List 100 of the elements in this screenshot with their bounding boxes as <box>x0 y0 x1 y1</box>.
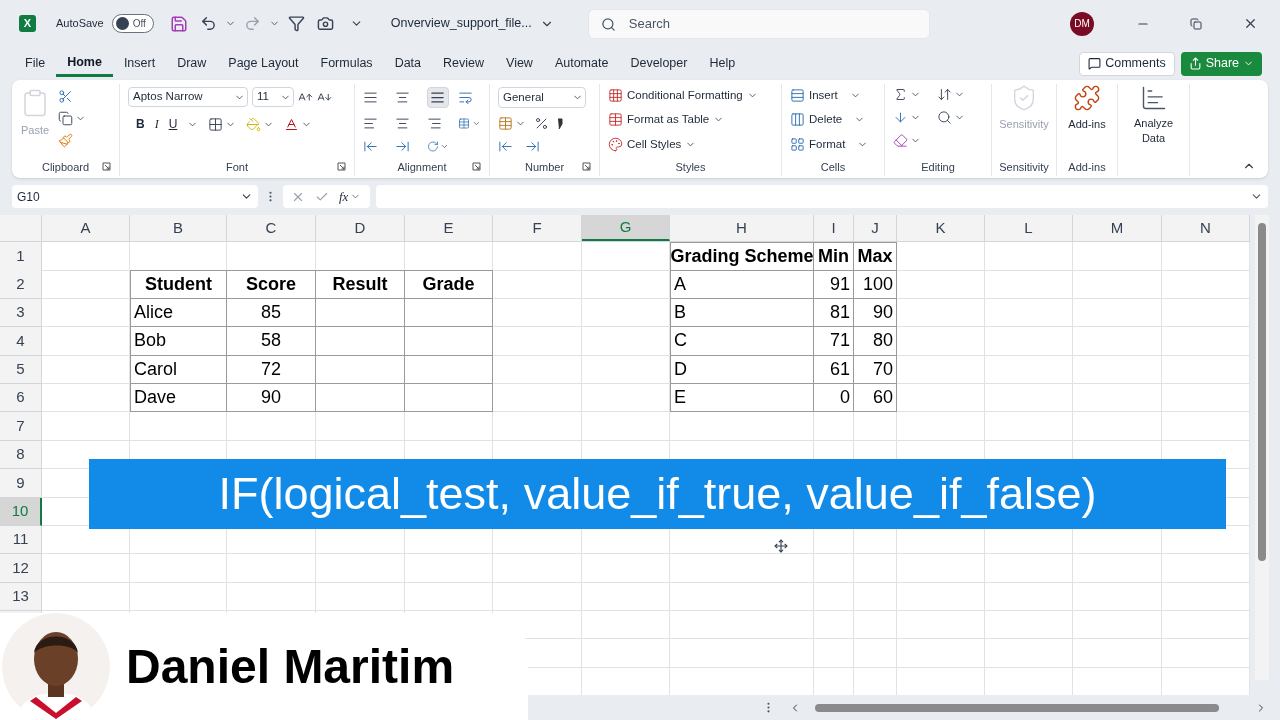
middle-align-icon[interactable] <box>394 90 410 105</box>
top-align-icon[interactable] <box>363 90 378 105</box>
borders-icon[interactable] <box>208 116 224 132</box>
decrease-decimal-icon[interactable] <box>525 139 540 154</box>
launcher-icon[interactable] <box>102 162 111 171</box>
save-icon[interactable] <box>169 14 188 33</box>
row-header[interactable]: 10 <box>0 497 42 526</box>
ribbon-tab[interactable]: Developer <box>619 50 699 77</box>
insert-function-button[interactable]: fx <box>339 186 349 207</box>
undo-icon[interactable] <box>199 15 217 32</box>
sum-icon[interactable] <box>893 87 908 102</box>
user-avatar[interactable]: DM <box>1070 11 1094 36</box>
ribbon-tab[interactable]: Page Layout <box>217 50 310 77</box>
font-name-dropdown[interactable]: Aptos Narrow <box>128 87 248 107</box>
ribbon-tab[interactable]: View <box>495 50 544 77</box>
font-size-dropdown[interactable]: 11 <box>252 87 294 107</box>
bold-button[interactable]: B <box>136 115 145 133</box>
row-header[interactable]: 8 <box>0 440 42 470</box>
cells-menu-button[interactable]: Format <box>809 135 846 153</box>
font-color-icon[interactable] <box>284 116 300 132</box>
column-header[interactable]: L <box>985 215 1073 241</box>
comments-button[interactable]: Comments <box>1079 51 1175 76</box>
format-painter-icon[interactable] <box>58 133 73 148</box>
column-header[interactable]: N <box>1162 215 1250 241</box>
columns-icon[interactable] <box>790 112 805 128</box>
ribbon-tab[interactable]: Data <box>383 50 433 77</box>
grid-icon[interactable] <box>790 136 805 152</box>
palette-icon[interactable] <box>608 136 623 152</box>
column-header[interactable]: I <box>814 215 854 241</box>
column-header[interactable]: C <box>227 215 316 241</box>
close-icon[interactable] <box>1243 16 1258 31</box>
percent-icon[interactable] <box>534 116 549 131</box>
ribbon-tab[interactable]: File <box>14 50 57 77</box>
row-header[interactable]: 3 <box>0 298 42 328</box>
row-header[interactable]: 12 <box>0 554 42 583</box>
orientation-icon[interactable] <box>426 139 439 154</box>
filter-icon[interactable] <box>287 15 305 32</box>
italic-button[interactable]: I <box>154 115 159 133</box>
align-center-icon[interactable] <box>394 116 410 131</box>
column-header[interactable]: M <box>1073 215 1162 241</box>
column-header[interactable]: H <box>670 215 814 241</box>
bottom-align-button[interactable] <box>426 87 450 108</box>
ribbon-tab[interactable]: Draw <box>166 50 218 77</box>
ribbon-tab[interactable]: Automate <box>543 50 620 77</box>
column-header[interactable]: G <box>582 215 670 241</box>
row-header[interactable]: 4 <box>0 327 42 356</box>
column-header[interactable]: A <box>42 215 130 241</box>
fill-icon[interactable] <box>893 110 908 125</box>
fill-color-icon[interactable] <box>246 116 262 132</box>
column-header[interactable]: E <box>405 215 493 241</box>
cut-icon[interactable] <box>58 89 73 104</box>
file-name-button[interactable]: Onverview_support_file... <box>390 14 532 33</box>
camera-icon[interactable] <box>316 15 334 32</box>
ribbon-tab[interactable]: Review <box>432 50 496 77</box>
formula-field[interactable] <box>376 185 1268 208</box>
column-header[interactable]: D <box>316 215 405 241</box>
launcher-icon[interactable] <box>582 162 591 171</box>
copy-icon[interactable] <box>58 111 73 126</box>
wrap-text-icon[interactable] <box>458 90 474 105</box>
styles-menu-button[interactable]: Format as Table <box>627 111 710 129</box>
row-header[interactable]: 5 <box>0 355 42 384</box>
increase-indent-icon[interactable] <box>394 139 410 154</box>
decrease-indent-icon[interactable] <box>363 139 378 154</box>
accounting-icon[interactable] <box>498 116 513 131</box>
styles-menu-button[interactable]: Conditional Formatting <box>627 87 743 105</box>
column-header[interactable]: K <box>897 215 985 241</box>
number-format-dropdown[interactable]: General <box>498 87 586 108</box>
analyze-data-button[interactable]: Analyze Data <box>1128 116 1179 146</box>
row-header[interactable]: 13 <box>0 582 42 612</box>
restore-icon[interactable] <box>1190 17 1202 30</box>
launcher-icon[interactable] <box>337 162 346 171</box>
cells-menu-button[interactable]: Insert <box>809 87 838 105</box>
ribbon-tab[interactable]: Formulas <box>309 50 384 77</box>
underline-button[interactable]: U <box>168 115 178 133</box>
row-header[interactable]: 9 <box>0 469 42 498</box>
autosave-toggle[interactable]: Off <box>111 14 154 33</box>
horizontal-scrollbar[interactable] <box>815 703 1219 712</box>
row-header[interactable]: 11 <box>0 525 42 555</box>
align-left-icon[interactable] <box>363 116 378 131</box>
search-field[interactable]: Search <box>587 8 930 39</box>
add-ins-button[interactable]: Add-ins <box>1068 116 1106 133</box>
column-header[interactable]: J <box>854 215 897 241</box>
ribbon-tab[interactable]: Insert <box>112 50 167 77</box>
rows-icon[interactable] <box>790 88 805 104</box>
increase-decimal-icon[interactable] <box>498 139 513 154</box>
row-header[interactable]: 2 <box>0 270 42 300</box>
row-header[interactable]: 7 <box>0 412 42 441</box>
ribbon-tab[interactable]: Home <box>56 50 113 77</box>
share-button[interactable]: Share <box>1180 51 1262 76</box>
align-right-icon[interactable] <box>426 116 442 131</box>
search-icon[interactable] <box>937 110 952 125</box>
vertical-scrollbar[interactable] <box>1255 215 1269 680</box>
table-icon[interactable] <box>608 112 623 128</box>
sort-filter-icon[interactable] <box>937 87 952 102</box>
grid-icon[interactable] <box>608 88 623 104</box>
launcher-icon[interactable] <box>472 162 481 171</box>
ribbon-tab[interactable]: Help <box>698 50 747 77</box>
merge-icon[interactable] <box>458 116 471 131</box>
eraser-icon[interactable] <box>893 133 908 148</box>
cells-menu-button[interactable]: Delete <box>809 111 843 129</box>
